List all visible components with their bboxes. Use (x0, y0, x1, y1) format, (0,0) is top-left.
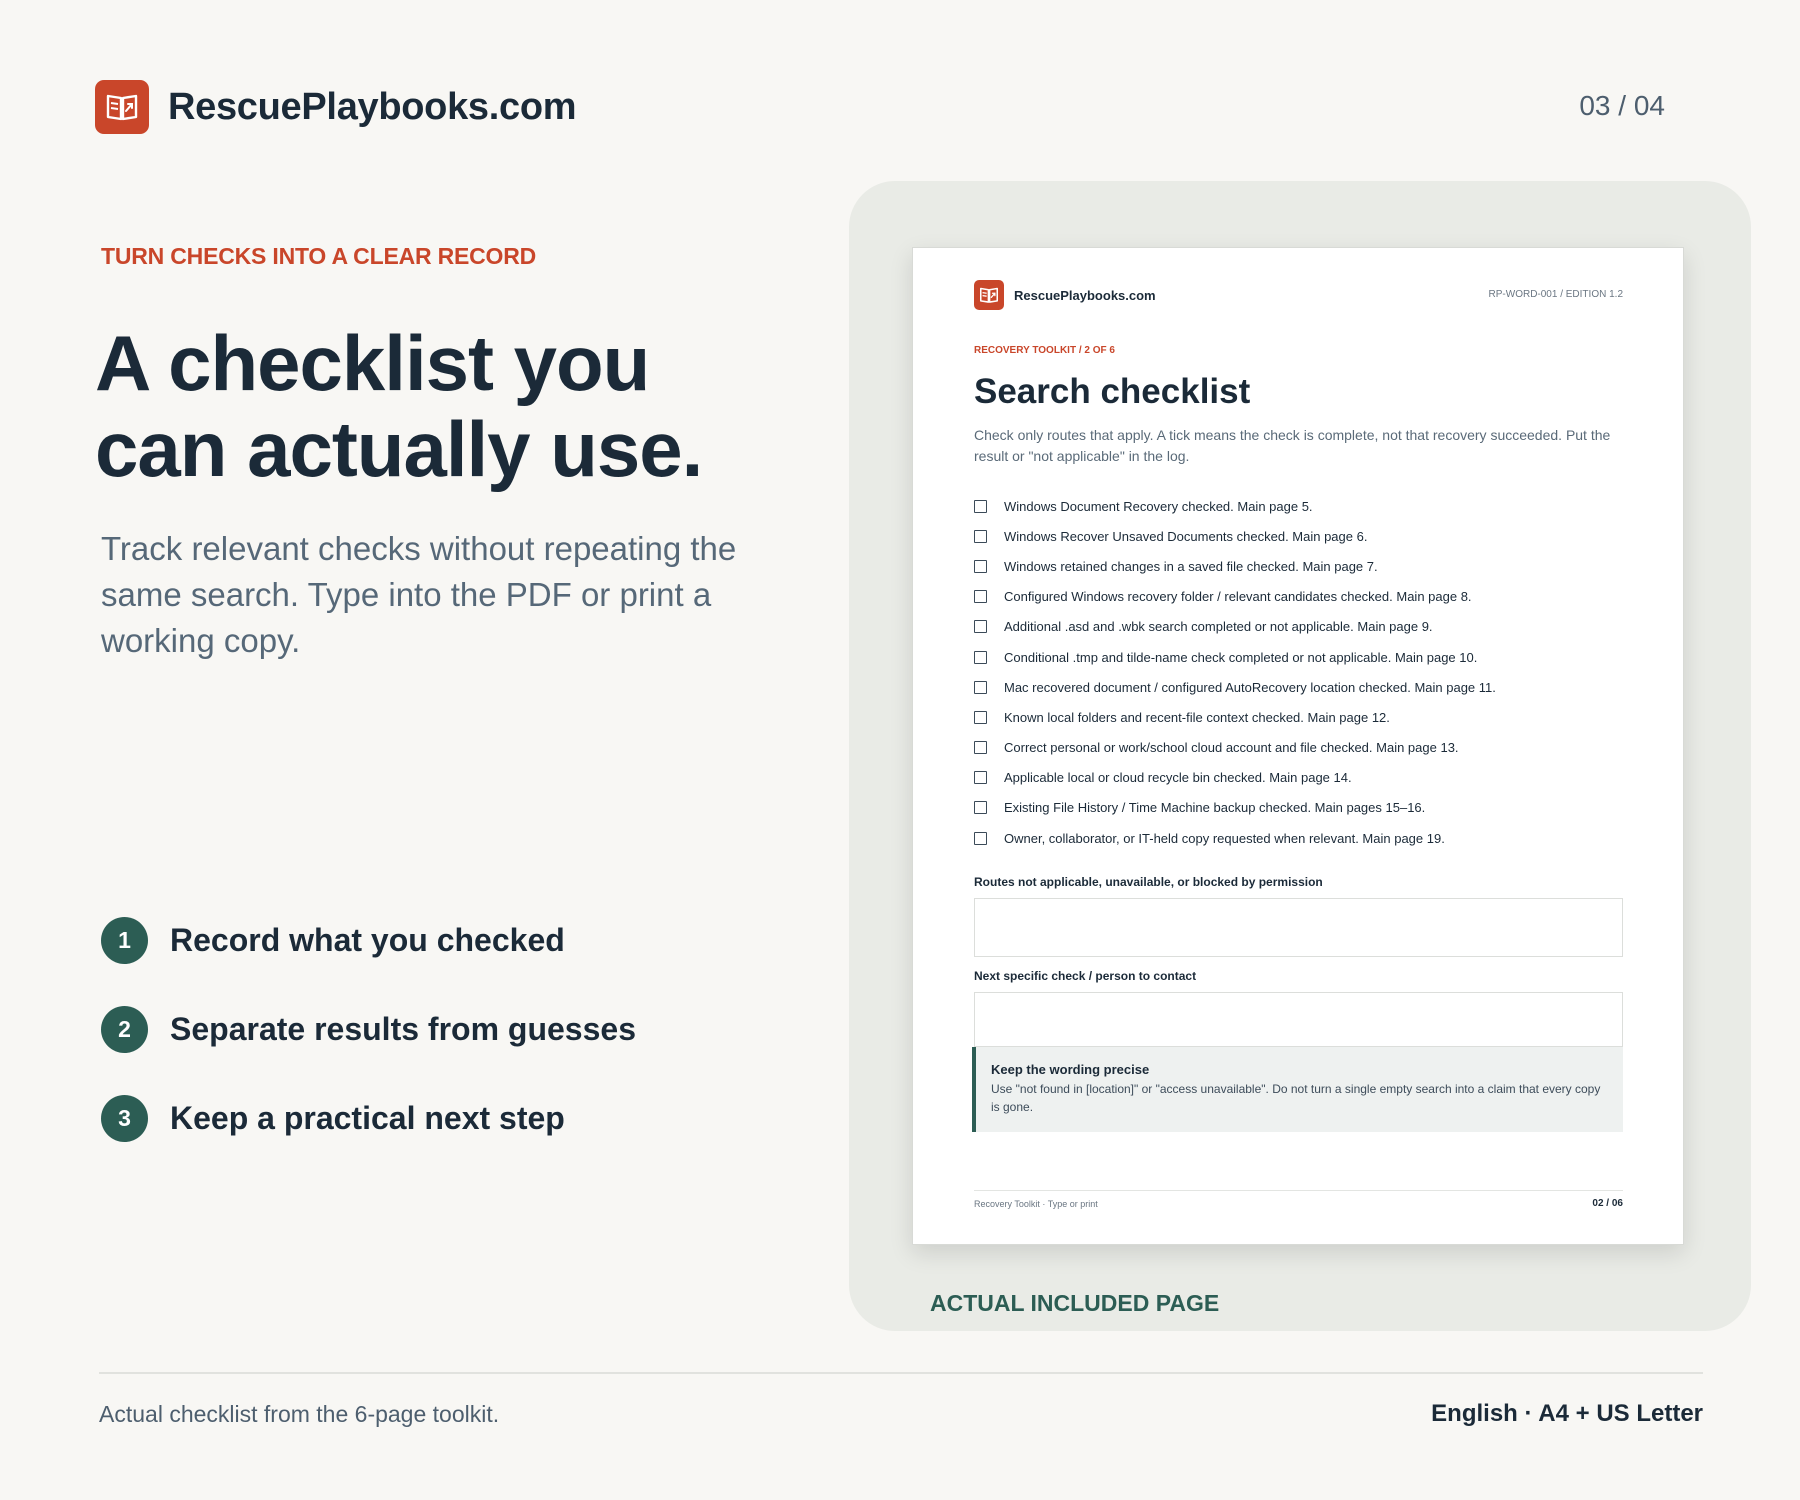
checkbox[interactable] (974, 590, 987, 604)
checklist-item: Windows Document Recovery checked. Main … (974, 491, 1634, 521)
checklist-item: Windows retained changes in a saved file… (974, 551, 1634, 581)
checklist-sheet: RescuePlaybooks.com RP-WORD-001 / EDITIO… (912, 247, 1684, 1245)
hero-eyebrow: TURN CHECKS INTO A CLEAR RECORD (101, 243, 537, 269)
checklist-item: Mac recovered document / configured Auto… (974, 672, 1634, 702)
footer-note: Actual checklist from the 6-page toolkit… (99, 1401, 500, 1427)
sheet-title: Search checklist (974, 372, 1251, 411)
checkbox[interactable] (974, 620, 987, 634)
open-book-icon (974, 280, 1004, 310)
wording-note: Keep the wording precise Use "not found … (972, 1047, 1623, 1132)
step-number-badge: 1 (101, 916, 148, 964)
checkbox[interactable] (974, 680, 987, 694)
checklist-item-label: Existing File History / Time Machine bac… (1004, 800, 1426, 816)
brand-name: RescuePlaybooks.com (168, 85, 577, 128)
checklist-item-label: Windows retained changes in a saved file… (1004, 558, 1378, 574)
checklist-item: Existing File History / Time Machine bac… (974, 793, 1634, 823)
checklist-item: Correct personal or work/school cloud ac… (974, 733, 1634, 763)
hero-subtext: Track relevant checks without repeating … (101, 530, 737, 659)
checklist-item-label: Known local folders and recent-file cont… (1004, 709, 1390, 725)
next-check-field-label: Next specific check / person to contact (974, 969, 1197, 983)
checkbox[interactable] (974, 801, 987, 815)
note-body: Use "not found in [location]" or "access… (991, 1082, 1601, 1114)
sheet-page-number: 02 / 06 (1592, 1198, 1623, 1209)
sheet-footer-label: Recovery Toolkit · Type or print (974, 1199, 1098, 1209)
checklist-item-label: Owner, collaborator, or IT-held copy req… (1004, 830, 1445, 846)
step-number-badge: 3 (101, 1094, 148, 1142)
checkbox[interactable] (974, 741, 987, 755)
step-item: 1 Record what you checked (101, 916, 636, 964)
checkbox[interactable] (974, 499, 987, 513)
checklist: Windows Document Recovery checked. Main … (974, 491, 1634, 853)
footer-divider (99, 1372, 1703, 1374)
sheet-brand: RescuePlaybooks.com (974, 280, 1156, 310)
step-label: Record what you checked (170, 921, 565, 958)
checklist-item-label: Windows Document Recovery checked. Main … (1004, 498, 1313, 514)
brand[interactable]: RescuePlaybooks.com (95, 80, 577, 134)
benefit-steps: 1 Record what you checked 2 Separate res… (101, 916, 636, 1184)
checklist-item-label: Conditional .tmp and tilde-name check co… (1004, 649, 1478, 665)
checklist-item-label: Additional .asd and .wbk search complete… (1004, 619, 1433, 635)
checkbox[interactable] (974, 831, 987, 845)
checklist-item: Configured Windows recovery folder / rel… (974, 582, 1634, 612)
sheet-eyebrow: RECOVERY TOOLKIT / 2 OF 6 (974, 345, 1115, 356)
checklist-item: Windows Recover Unsaved Documents checke… (974, 521, 1634, 551)
slide-pager: 03 / 04 (1579, 90, 1665, 121)
checklist-item-label: Windows Recover Unsaved Documents checke… (1004, 528, 1368, 544)
checklist-item: Additional .asd and .wbk search complete… (974, 612, 1634, 642)
checklist-item-label: Applicable local or cloud recycle bin ch… (1004, 770, 1352, 786)
routes-field-label: Routes not applicable, unavailable, or b… (974, 875, 1323, 889)
page-preview-panel: RescuePlaybooks.com RP-WORD-001 / EDITIO… (849, 181, 1751, 1331)
step-item: 3 Keep a practical next step (101, 1094, 636, 1142)
open-book-icon (95, 80, 149, 134)
step-label: Separate results from guesses (170, 1010, 636, 1047)
checkbox[interactable] (974, 529, 987, 543)
sheet-brand-name: RescuePlaybooks.com (1014, 287, 1156, 303)
footer-format: English · A4 + US Letter (1431, 1400, 1703, 1427)
step-label: Keep a practical next step (170, 1099, 565, 1136)
checklist-item: Applicable local or cloud recycle bin ch… (974, 763, 1634, 793)
note-title: Keep the wording precise (991, 1062, 1150, 1077)
checkbox[interactable] (974, 771, 987, 785)
hero-headline: A checklist you can actually use. (95, 319, 703, 493)
sheet-intro: Check only routes that apply. A tick mea… (974, 427, 1611, 464)
step-item: 2 Separate results from guesses (101, 1005, 636, 1053)
checkbox[interactable] (974, 710, 987, 724)
checklist-item: Conditional .tmp and tilde-name check co… (974, 642, 1634, 672)
checklist-item-label: Mac recovered document / configured Auto… (1004, 679, 1496, 695)
step-number-badge: 2 (101, 1005, 148, 1053)
checkbox[interactable] (974, 650, 987, 664)
routes-text-field[interactable] (974, 898, 1623, 957)
preview-caption: ACTUAL INCLUDED PAGE (930, 1290, 1220, 1316)
checklist-item: Owner, collaborator, or IT-held copy req… (974, 823, 1634, 853)
checklist-item: Known local folders and recent-file cont… (974, 702, 1634, 732)
sheet-footer-divider (974, 1190, 1623, 1191)
checklist-item-label: Configured Windows recovery folder / rel… (1004, 589, 1472, 605)
checkbox[interactable] (974, 559, 987, 573)
sheet-document-meta: RP-WORD-001 / EDITION 1.2 (1488, 289, 1623, 300)
checklist-item-label: Correct personal or work/school cloud ac… (1004, 740, 1459, 756)
next-check-text-field[interactable] (974, 992, 1623, 1047)
